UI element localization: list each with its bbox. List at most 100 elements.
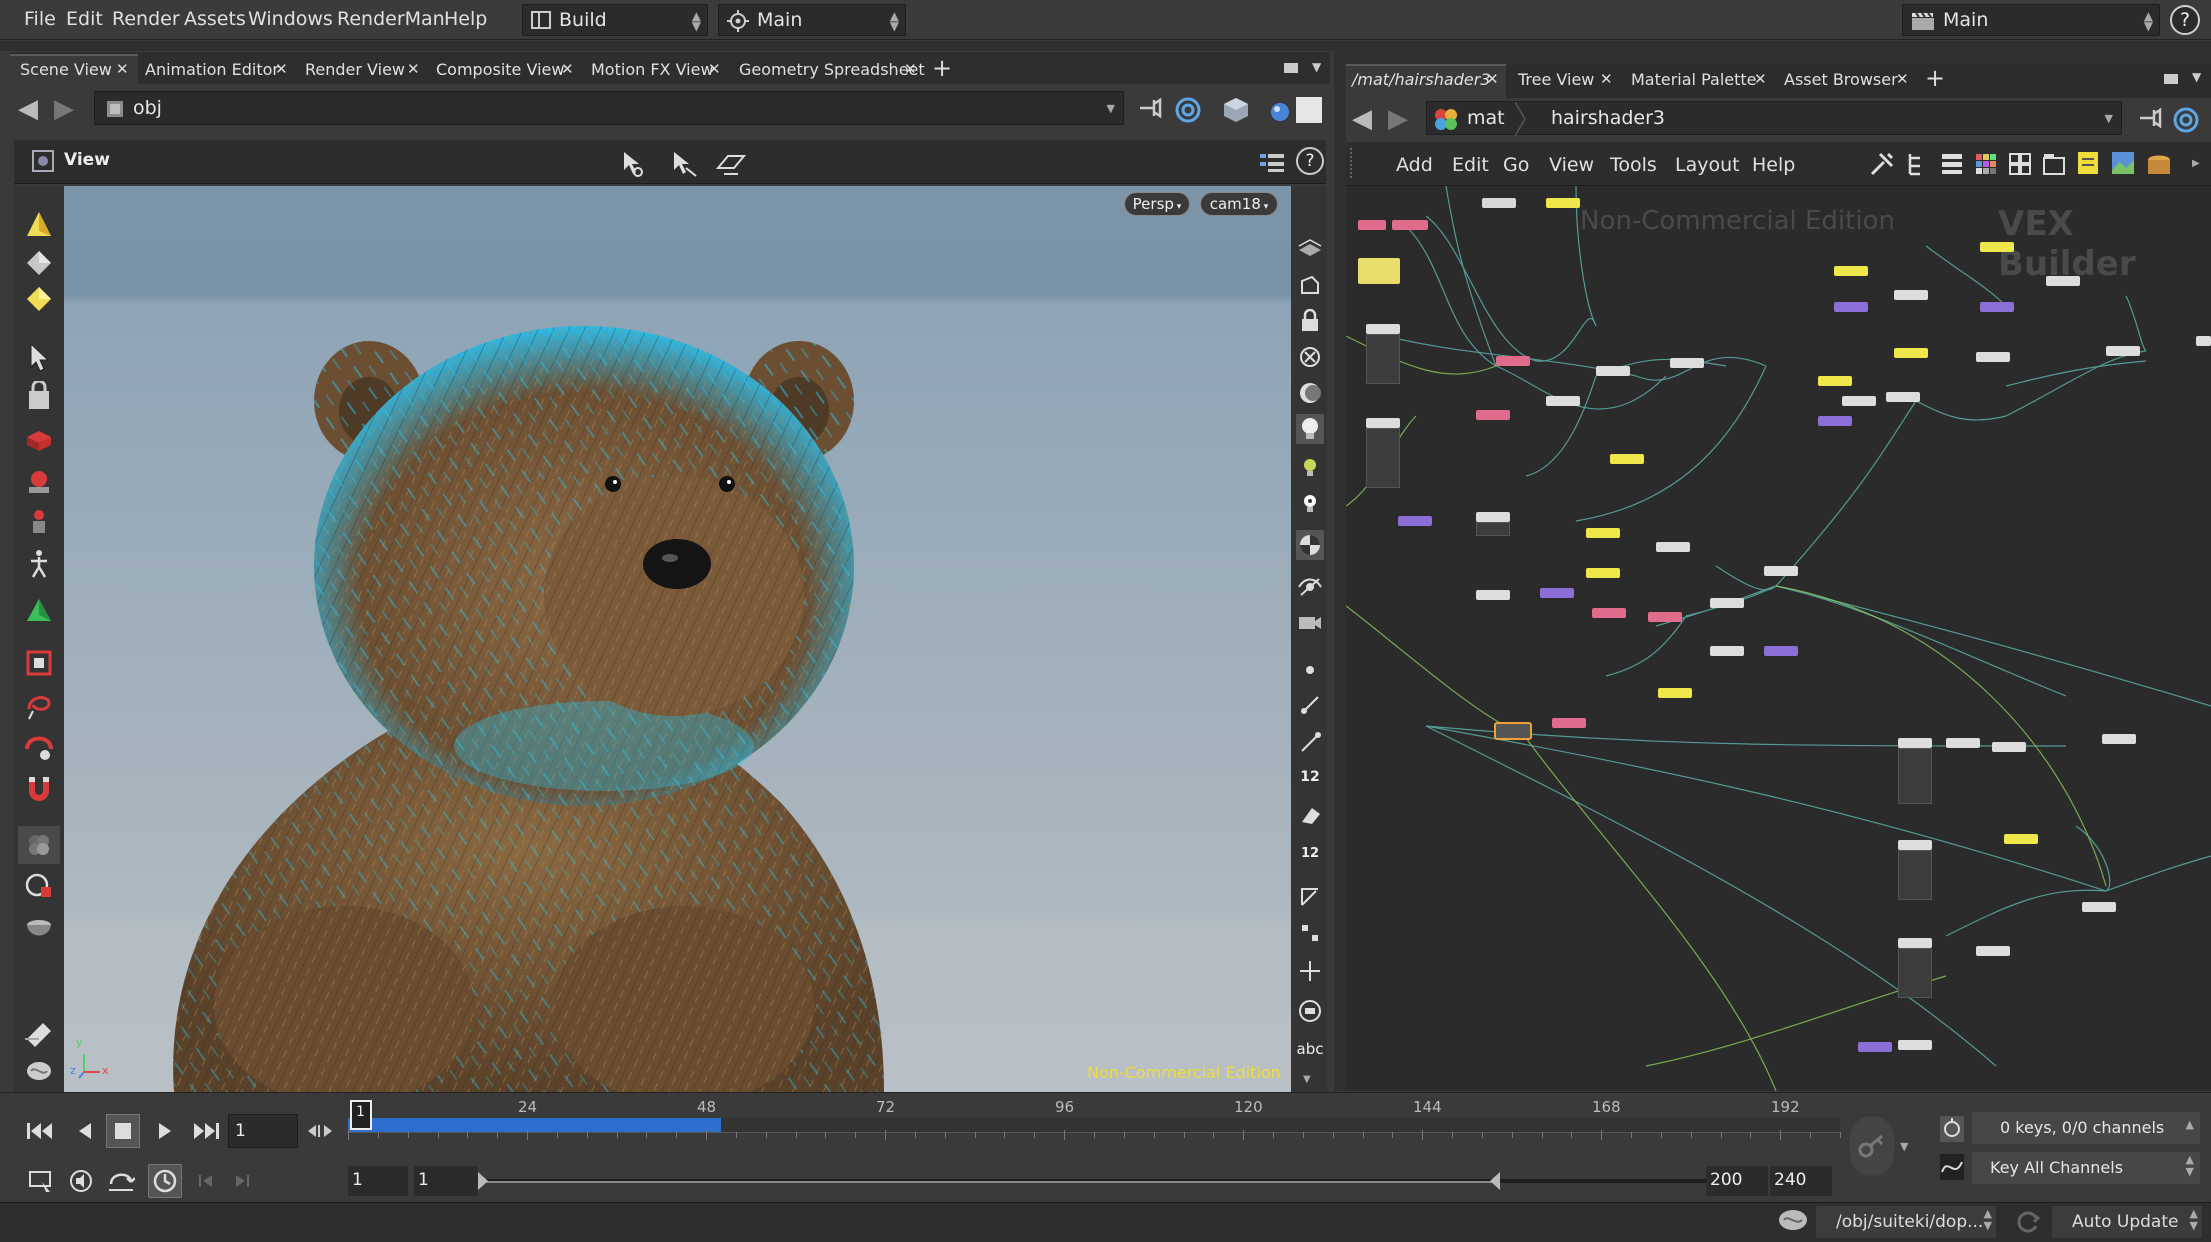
network-node[interactable]: [1898, 840, 1932, 850]
tab-render-view[interactable]: Render View: [305, 60, 405, 86]
key-all-channels-dropdown[interactable]: Key All Channels ▲ ▼: [1972, 1152, 2200, 1184]
network-node[interactable]: [1392, 220, 1428, 230]
view-lock-icon[interactable]: [18, 866, 60, 904]
network-node[interactable]: [1496, 356, 1530, 366]
range-end-field-2[interactable]: 240: [1770, 1166, 1832, 1196]
add-tab-icon[interactable]: +: [1925, 64, 1945, 92]
edit-points-icon[interactable]: [18, 280, 60, 318]
network-node[interactable]: [1764, 646, 1798, 656]
network-node[interactable]: [1546, 396, 1580, 406]
timeline-playhead[interactable]: 1: [350, 1100, 372, 1130]
viewer-help-icon[interactable]: ?: [1296, 147, 1324, 175]
prev-key-icon[interactable]: [196, 1170, 218, 1192]
network-node[interactable]: [1976, 352, 2010, 362]
network-box-icon[interactable]: [2042, 152, 2066, 176]
network-node-params[interactable]: [1366, 334, 1400, 384]
menu-assets[interactable]: Assets: [184, 8, 246, 30]
network-node-selected[interactable]: [1494, 722, 1532, 740]
network-node[interactable]: [1818, 376, 1852, 386]
network-node[interactable]: [1992, 742, 2026, 752]
tab-motion-fx-view[interactable]: Motion FX View: [591, 60, 714, 86]
network-node[interactable]: [1656, 542, 1690, 552]
refresh-icon[interactable]: [2014, 1208, 2042, 1236]
snap-curve-icon[interactable]: [1296, 690, 1324, 720]
network-node[interactable]: [1980, 302, 2014, 312]
no-camera-icon[interactable]: [1296, 342, 1324, 372]
network-node[interactable]: [2004, 834, 2038, 844]
range-end-field[interactable]: 200: [1706, 1166, 1768, 1196]
eraser-icon[interactable]: [1296, 800, 1324, 830]
tab-material-palette[interactable]: Material Palette: [1631, 70, 1757, 96]
network-node[interactable]: [1834, 266, 1868, 276]
link-circle-icon[interactable]: [2172, 106, 2200, 134]
network-node[interactable]: [1976, 946, 2010, 956]
dot-icon[interactable]: [1296, 655, 1324, 685]
net-menu-view[interactable]: View: [1549, 154, 1594, 176]
visibility-icon[interactable]: [1296, 570, 1324, 600]
bowl-icon[interactable]: [18, 908, 60, 946]
tab-tree-view[interactable]: Tree View: [1518, 70, 1594, 96]
network-node[interactable]: [1398, 516, 1432, 526]
step-frame-icon[interactable]: [302, 1118, 338, 1144]
net-menu-add[interactable]: Add: [1396, 154, 1433, 176]
network-node[interactable]: [1898, 1040, 1932, 1050]
view-layout-dropdown[interactable]: Main ▲ ▼: [718, 4, 906, 36]
key-dropdown-icon[interactable]: ▼: [1900, 1140, 1908, 1153]
handle-tool-icon[interactable]: [18, 590, 60, 628]
grid-snap-icon[interactable]: [1296, 918, 1324, 948]
network-node[interactable]: [1366, 418, 1400, 428]
point-light-icon[interactable]: [1296, 488, 1324, 518]
network-node[interactable]: [1818, 416, 1852, 426]
help-icon[interactable]: ?: [2170, 5, 2200, 35]
tab-scene-view[interactable]: Scene View: [20, 60, 112, 86]
network-node[interactable]: [1476, 590, 1510, 600]
network-node[interactable]: [1894, 348, 1928, 358]
transform-handle-icon[interactable]: [714, 148, 748, 178]
tab-geometry-spreadsheet[interactable]: Geometry Spreadsheet: [739, 60, 925, 86]
magnet-icon[interactable]: [18, 770, 60, 808]
menu-file[interactable]: File: [24, 8, 56, 30]
tree-icon[interactable]: [1906, 150, 1930, 178]
pane-menu-icon[interactable]: [2164, 74, 2178, 84]
3d-viewport[interactable]: Persp ▾ cam18 ▾ Non-Commercial Edition y…: [64, 186, 1291, 1092]
notes-icon[interactable]: [18, 1012, 60, 1050]
network-node-params[interactable]: [1476, 522, 1510, 536]
network-node[interactable]: [1842, 396, 1876, 406]
network-node[interactable]: [1894, 290, 1928, 300]
forward-arrow-icon[interactable]: ▶: [1388, 104, 1408, 134]
magnet-scale-icon[interactable]: [18, 644, 60, 682]
shape-palette-icon[interactable]: [2008, 152, 2032, 176]
key-button[interactable]: [1850, 1116, 1894, 1176]
net-menu-help[interactable]: Help: [1752, 154, 1795, 176]
shading-sphere-icon[interactable]: [1296, 378, 1324, 408]
image-icon[interactable]: [2110, 150, 2136, 176]
close-tab-icon[interactable]: ✕: [116, 60, 129, 78]
back-arrow-icon[interactable]: ◀: [1352, 104, 1372, 134]
right-desktop-dropdown[interactable]: Main ▲ ▼: [1902, 4, 2160, 36]
channel-list-icon[interactable]: [1938, 1114, 1966, 1144]
select-arrow-icon[interactable]: [18, 338, 60, 376]
tab-asset-browser[interactable]: Asset Browser: [1784, 70, 1898, 96]
network-node[interactable]: [1596, 366, 1630, 376]
network-node[interactable]: [1648, 612, 1682, 622]
pin-icon[interactable]: [2138, 106, 2164, 130]
rotate-tool-icon[interactable]: [18, 462, 60, 500]
network-node[interactable]: [2046, 276, 2080, 286]
range-end-handle-icon[interactable]: [1488, 1170, 1502, 1192]
pivot-icon[interactable]: [1296, 956, 1324, 986]
view-tool-icon[interactable]: [30, 148, 56, 174]
menu-renderman[interactable]: RenderMan: [337, 8, 445, 30]
network-node[interactable]: [1658, 688, 1692, 698]
xray-icon[interactable]: [1296, 530, 1324, 560]
close-tab-icon[interactable]: ✕: [1486, 70, 1499, 88]
network-node[interactable]: [1710, 598, 1744, 608]
stop-icon[interactable]: [106, 1114, 140, 1148]
network-node[interactable]: [1858, 1042, 1892, 1052]
ground-plane-icon[interactable]: [1296, 234, 1324, 264]
loop-icon[interactable]: [106, 1166, 136, 1196]
close-tab-icon[interactable]: ✕: [1600, 70, 1613, 88]
background-display-icon[interactable]: [1296, 97, 1322, 123]
network-node[interactable]: [1764, 566, 1798, 576]
close-tab-icon[interactable]: ✕: [561, 60, 574, 78]
ortho-icon[interactable]: [1296, 270, 1324, 300]
